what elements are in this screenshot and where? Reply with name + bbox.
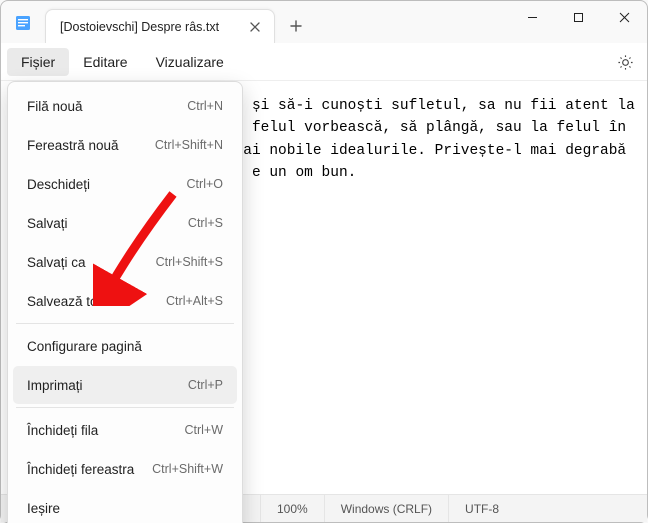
document-tab[interactable]: [Dostoievschi] Despre râs.txt xyxy=(45,9,275,43)
menu-item[interactable]: Configurare pagină xyxy=(13,327,237,365)
menu-item-shortcut: Ctrl+O xyxy=(187,177,223,191)
menu-item-shortcut: Ctrl+Alt+S xyxy=(166,294,223,308)
menu-item-shortcut: Ctrl+S xyxy=(188,216,223,230)
menu-item-label: Salvează toate xyxy=(27,294,116,309)
title-bar: [Dostoievschi] Despre râs.txt xyxy=(1,1,647,43)
menu-item-label: Salvați xyxy=(27,216,68,231)
menu-item-shortcut: Ctrl+Shift+W xyxy=(152,462,223,476)
menu-item[interactable]: Salvați Ctrl+S xyxy=(13,204,237,242)
status-eol[interactable]: Windows (CRLF) xyxy=(325,495,449,522)
menu-item-shortcut: Ctrl+N xyxy=(187,99,223,113)
status-zoom[interactable]: 100% xyxy=(261,495,325,522)
menu-item-label: Imprimați xyxy=(27,378,83,393)
menu-separator xyxy=(16,323,234,324)
menu-view[interactable]: Vizualizare xyxy=(142,48,238,76)
close-window-button[interactable] xyxy=(601,1,647,33)
menu-item[interactable]: Deschideți Ctrl+O xyxy=(13,165,237,203)
menu-item-label: Deschideți xyxy=(27,177,90,192)
window-controls xyxy=(509,1,647,33)
menu-item-label: Închideți fereastra xyxy=(27,462,134,477)
menu-item[interactable]: Închideți fereastra Ctrl+Shift+W xyxy=(13,450,237,488)
minimize-button[interactable] xyxy=(509,1,555,33)
menu-item-shortcut: Ctrl+Shift+N xyxy=(155,138,223,152)
menu-item-label: Închideți fila xyxy=(27,423,98,438)
menu-item-label: Fereastră nouă xyxy=(27,138,119,153)
menu-item[interactable]: Salvează toate Ctrl+Alt+S xyxy=(13,282,237,320)
tab-title: [Dostoievschi] Despre râs.txt xyxy=(60,20,246,34)
menu-item[interactable]: Închideți fila Ctrl+W xyxy=(13,411,237,449)
menu-item-label: Filă nouă xyxy=(27,99,83,114)
menu-item[interactable]: Filă nouă Ctrl+N xyxy=(13,87,237,125)
menu-separator xyxy=(16,407,234,408)
notepad-window: [Dostoievschi] Despre râs.txt Fișier Edi… xyxy=(0,0,648,523)
close-tab-icon[interactable] xyxy=(246,18,264,36)
menu-file[interactable]: Fișier xyxy=(7,48,69,76)
menu-item-shortcut: Ctrl+P xyxy=(188,378,223,392)
new-tab-button[interactable] xyxy=(281,11,311,41)
menu-item[interactable]: Salvați ca Ctrl+Shift+S xyxy=(13,243,237,281)
menu-item[interactable]: Imprimați Ctrl+P xyxy=(13,366,237,404)
app-icon xyxy=(15,15,31,31)
maximize-button[interactable] xyxy=(555,1,601,33)
menu-item-label: Salvați ca xyxy=(27,255,86,270)
gear-icon xyxy=(617,54,634,71)
menu-item-label: Ieșire xyxy=(27,501,60,516)
menu-edit[interactable]: Editare xyxy=(69,48,141,76)
status-encoding[interactable]: UTF-8 xyxy=(449,495,515,522)
file-menu-dropdown: Filă nouă Ctrl+N Fereastră nouă Ctrl+Shift+… xyxy=(7,81,243,523)
settings-button[interactable] xyxy=(613,50,637,74)
menu-item-shortcut: Ctrl+W xyxy=(184,423,223,437)
menu-item[interactable]: Ieșire xyxy=(13,489,237,523)
menu-item-shortcut: Ctrl+Shift+S xyxy=(156,255,223,269)
menu-item[interactable]: Fereastră nouă Ctrl+Shift+N xyxy=(13,126,237,164)
menu-item-label: Configurare pagină xyxy=(27,339,142,354)
menu-bar: Fișier Editare Vizualizare xyxy=(1,43,647,81)
